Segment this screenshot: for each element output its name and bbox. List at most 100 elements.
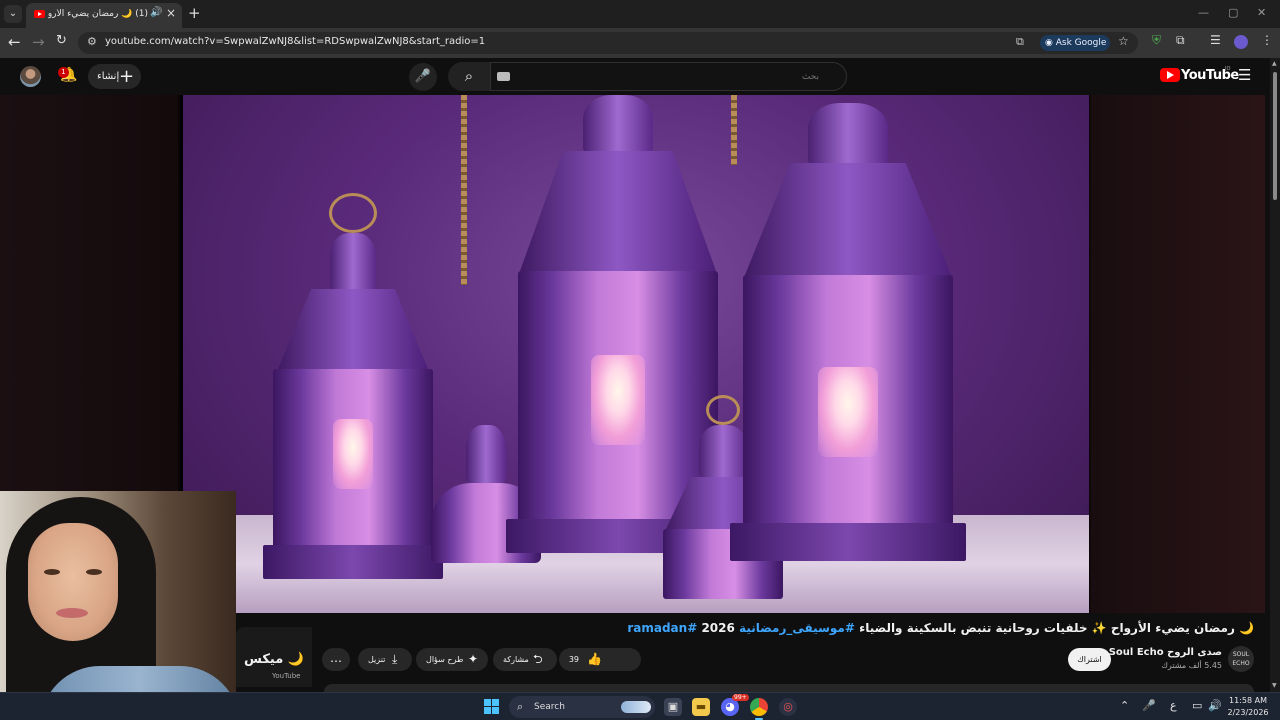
share-button[interactable]: مشاركة ⮌ bbox=[493, 648, 553, 671]
network-icon[interactable]: ▭ bbox=[1192, 699, 1202, 712]
scroll-up-arrow-icon[interactable]: ▲ bbox=[1272, 60, 1277, 67]
bookmark-star-icon[interactable]: ☆ bbox=[1118, 34, 1129, 48]
webcam-overlay bbox=[0, 491, 236, 720]
lantern-cap bbox=[699, 425, 747, 479]
close-tab-icon[interactable]: × bbox=[166, 6, 176, 20]
search-icon: ⌕ bbox=[517, 700, 524, 713]
like-dislike-group: 39 👍 👎 bbox=[521, 648, 641, 671]
guide-menu-icon[interactable]: ☰ bbox=[1238, 66, 1251, 84]
reload-icon[interactable]: ↻ bbox=[56, 33, 67, 48]
lantern-ring bbox=[706, 395, 740, 425]
search-input[interactable] bbox=[519, 67, 819, 86]
download-button[interactable]: تنزيل ⤓ bbox=[358, 648, 412, 671]
tab-search-button[interactable]: ⌄ bbox=[4, 5, 22, 23]
candle-glow bbox=[818, 367, 878, 457]
video-title-main: 🌙 رمضان يضيء الأرواح ✨ خلفيات روحانية تن… bbox=[859, 621, 1254, 635]
search-box[interactable] bbox=[490, 62, 847, 91]
new-tab-button[interactable]: + bbox=[188, 4, 201, 22]
video-title-year: 2026 bbox=[701, 621, 735, 635]
browser-tab-active[interactable]: (1) 🌙 رمضان يضيء الأرواح ✨ 🔊 × bbox=[26, 3, 182, 28]
hashtag-link[interactable]: #موسيقى_رمضانية bbox=[739, 621, 855, 635]
opera-gx-icon[interactable]: ◎ bbox=[779, 698, 797, 716]
windows-taskbar: ⌕ Search ▣ ▬ ◕ 99+ ◎ ⌃ 🎤 ع ▭ 🔊 11:58 AM … bbox=[0, 692, 1280, 720]
tray-mic-icon[interactable]: 🎤 bbox=[1142, 699, 1156, 712]
page-scrollbar[interactable]: ▲ ▼ bbox=[1270, 58, 1280, 692]
search-highlight-image bbox=[621, 701, 651, 713]
lantern-cap bbox=[330, 233, 376, 293]
lantern-cap bbox=[583, 95, 653, 155]
speaker-icon[interactable]: 🔊 bbox=[150, 7, 162, 18]
account-avatar[interactable] bbox=[20, 66, 41, 87]
extensions-puzzle-icon[interactable]: ⧉ bbox=[1176, 33, 1185, 48]
lantern-right bbox=[730, 95, 966, 565]
scrollbar-thumb[interactable] bbox=[1273, 72, 1277, 200]
download-icon: ⤓ bbox=[392, 652, 398, 666]
maximize-button[interactable]: ▢ bbox=[1228, 6, 1238, 19]
task-view-icon[interactable]: ▣ bbox=[664, 698, 682, 716]
site-info-icon[interactable]: ⚙ bbox=[87, 35, 97, 48]
playlist-subtitle: YouTube bbox=[272, 672, 301, 680]
clock-date: 2/23/2026 bbox=[1227, 708, 1269, 717]
hanging-chain bbox=[461, 95, 467, 285]
reading-list-icon[interactable]: ☰ bbox=[1210, 33, 1221, 47]
youtube-logo-icon[interactable] bbox=[1160, 68, 1180, 82]
candle-glow bbox=[333, 419, 373, 489]
lantern-cap bbox=[808, 103, 888, 167]
tab-title: (1) 🌙 رمضان يضيء الأرواح ✨ bbox=[48, 9, 148, 19]
windows-start-icon[interactable] bbox=[484, 699, 499, 714]
extension-shield-icon[interactable]: ⛨ bbox=[1152, 33, 1161, 48]
volume-icon[interactable]: 🔊 bbox=[1208, 699, 1222, 712]
clock-time: 11:58 AM bbox=[1229, 696, 1267, 705]
address-bar[interactable]: ⚙ youtube.com/watch?v=SwpwalZwNJ8&list=R… bbox=[78, 32, 1138, 54]
install-app-icon[interactable]: ⧉ bbox=[1016, 35, 1024, 49]
voice-search-mic-icon[interactable]: 🎤 bbox=[409, 63, 437, 91]
lantern-dome bbox=[520, 151, 716, 271]
eye-left bbox=[44, 569, 60, 575]
forward-arrow-icon[interactable]: → bbox=[32, 33, 45, 51]
eye-right bbox=[86, 569, 102, 575]
keyboard-icon[interactable] bbox=[497, 72, 510, 81]
close-window-button[interactable]: ✕ bbox=[1257, 6, 1266, 19]
ask-button[interactable]: طرح سؤال ✦ bbox=[416, 648, 488, 671]
more-actions-button[interactable]: … bbox=[322, 648, 350, 671]
more-dots-icon: … bbox=[330, 651, 342, 665]
system-clock[interactable]: 11:58 AM 2/23/2026 bbox=[1222, 695, 1274, 719]
browser-toolbar: ← → ↻ ⚙ youtube.com/watch?v=SwpwalZwNJ8&… bbox=[0, 28, 1280, 58]
url-text[interactable]: youtube.com/watch?v=SwpwalZwNJ8&list=RDS… bbox=[105, 36, 485, 47]
taskbar-search[interactable]: ⌕ Search bbox=[509, 696, 655, 718]
share-label: مشاركة bbox=[503, 655, 529, 664]
ask-google-label: Ask Google bbox=[1055, 38, 1107, 48]
like-button[interactable]: 39 👍 bbox=[559, 648, 607, 671]
create-button[interactable]: إنشاء + bbox=[88, 64, 141, 89]
browser-menu-icon[interactable]: ⋮ bbox=[1261, 33, 1273, 47]
channel-avatar[interactable]: SOUL ECHO bbox=[1228, 646, 1254, 672]
tray-overflow-icon[interactable]: ⌃ bbox=[1120, 699, 1129, 712]
search-icon: ⌕ bbox=[464, 67, 474, 85]
file-explorer-icon[interactable]: ▬ bbox=[692, 698, 710, 716]
back-arrow-icon[interactable]: ← bbox=[8, 33, 21, 51]
like-count: 39 bbox=[568, 655, 579, 664]
minimize-button[interactable]: — bbox=[1198, 6, 1209, 19]
channel-logo-text: SOUL ECHO bbox=[1232, 651, 1250, 667]
video-frame-lanterns[interactable] bbox=[183, 95, 1089, 613]
hanging-chain bbox=[731, 95, 737, 165]
share-arrow-icon: ⮌ bbox=[533, 652, 543, 666]
hashtag-link[interactable]: #ramadan bbox=[627, 621, 697, 635]
playlist-title: ميكس 🌙 bbox=[244, 652, 305, 667]
subscribe-button[interactable]: اشتراك bbox=[1068, 648, 1111, 671]
thumbs-up-icon: 👍 bbox=[587, 652, 602, 666]
lantern-base bbox=[263, 545, 443, 579]
lantern-dome bbox=[278, 289, 428, 369]
ask-google-button[interactable]: ◉ Ask Google bbox=[1040, 35, 1110, 51]
lantern-cap bbox=[466, 425, 506, 485]
download-label: تنزيل bbox=[368, 655, 386, 664]
video-metadata: ميكس 🌙 YouTube 🌙 رمضان يضيء الأرواح ✨ خل… bbox=[236, 613, 1270, 694]
sparkle-icon: ✦ bbox=[468, 652, 479, 666]
create-label: إنشاء bbox=[97, 71, 120, 82]
scroll-down-arrow-icon[interactable]: ▼ bbox=[1272, 682, 1277, 689]
playlist-mix-card[interactable]: ميكس 🌙 YouTube bbox=[236, 627, 312, 687]
language-indicator[interactable]: ع bbox=[1170, 699, 1177, 712]
search-button[interactable]: ⌕ bbox=[448, 62, 490, 91]
chrome-icon[interactable] bbox=[750, 698, 768, 716]
profile-avatar-icon[interactable] bbox=[1234, 35, 1248, 49]
